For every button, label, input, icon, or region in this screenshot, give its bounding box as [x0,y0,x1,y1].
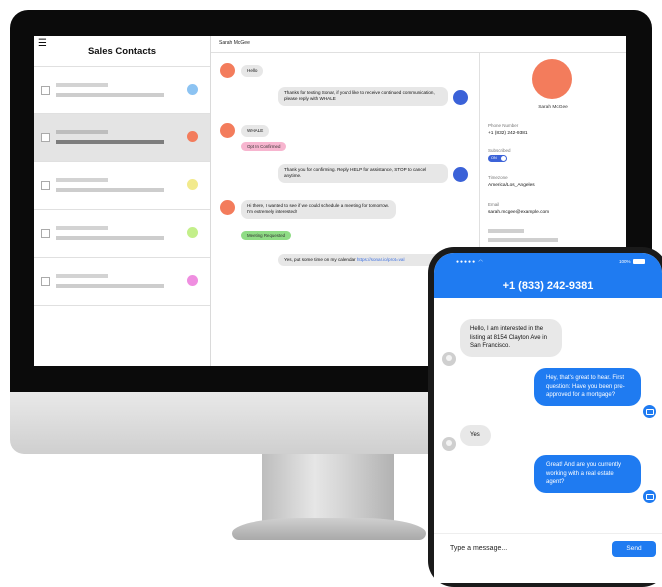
row-placeholder-line [56,274,108,278]
phone-device: ●●●●● ◠ 100% +1 (833) 242-9381 Hello, I … [428,247,662,587]
contact-avatar-large [532,59,572,99]
contact-row[interactable] [34,209,210,257]
row-placeholder-line [56,140,164,144]
monitor-stand [262,454,394,522]
bot-avatar [453,167,468,182]
monitor-stand-base [232,518,426,540]
conversation-contact-name: Sarah McGee [219,40,250,46]
contact-avatar [220,200,235,215]
row-placeholder-line [56,83,108,87]
row-checkbox[interactable] [41,229,50,238]
phone-value: +1 (832) 242-9381 [488,131,528,136]
user-avatar-icon [442,437,456,451]
contact-row-selected[interactable] [34,113,210,161]
status-dot [187,275,198,286]
input-divider [434,533,662,534]
battery-percent: 100% [619,259,631,264]
timezone-label: Timezone [488,175,508,180]
contact-row[interactable] [34,66,210,114]
status-dot [187,131,198,142]
timezone-value: America/Los_Angeles [488,183,535,188]
status-tag-meeting: Meeting Requested [241,231,292,240]
phone-header: ●●●●● ◠ 100% +1 (833) 242-9381 [434,253,662,298]
signal-icon: ●●●●● ◠ [456,259,484,265]
status-dot [187,227,198,238]
message-incoming: Hello [241,65,264,78]
send-button[interactable]: Send [612,541,656,557]
bot-avatar [453,90,468,105]
message-outgoing: Thank you for confirming. Reply HELP for… [278,164,448,183]
subscribed-toggle[interactable]: ON [488,155,507,162]
message-outgoing: Yes, put some time on my calendar https:… [278,254,448,267]
row-checkbox[interactable] [41,133,50,142]
row-checkbox[interactable] [41,181,50,190]
email-label: Email [488,202,500,207]
status-dot [187,84,198,95]
row-checkbox[interactable] [41,277,50,286]
contact-avatar [220,63,235,78]
row-placeholder-line [56,130,108,134]
phone-message-outgoing: Great! And are you currently working wit… [534,455,641,493]
subscribed-label: Subscribed [488,148,511,153]
phone-screen: ●●●●● ◠ 100% +1 (833) 242-9381 Hello, I … [434,253,662,583]
row-placeholder-line [56,188,164,192]
contacts-sidebar: ☰ Sales Contacts [34,36,211,366]
toggle-knob [501,156,506,161]
bot-icon [642,489,657,504]
message-incoming: Hi there, I wanted to see if we could sc… [241,200,396,219]
row-placeholder-line [56,93,164,97]
phone-message-outgoing: Hey, that's great to hear. First questio… [534,368,641,406]
details-contact-name: Sarah McGee [538,105,568,110]
contact-row[interactable] [34,161,210,209]
email-value: sarah.mcgee@example.com [488,210,550,215]
row-placeholder-line [56,284,164,288]
phone-message-incoming: Hello, I am interested in the listing at… [460,319,562,357]
status-tag-optin: Opt In Confirmed [241,142,287,151]
message-text: Yes, put some time on my calendar [284,257,357,262]
message-incoming: WHALE [241,125,270,138]
phone-contact-number: +1 (833) 242-9381 [502,280,594,292]
message-input[interactable]: Type a message... [450,545,507,552]
battery-icon [633,259,645,264]
toggle-label: ON [491,156,497,160]
status-dot [187,179,198,190]
calendar-link[interactable]: https://sonar.io/prot=val [357,257,405,262]
sidebar-title: Sales Contacts [87,46,157,57]
bot-icon [642,404,657,419]
contact-row[interactable] [34,257,210,306]
placeholder-bar [488,229,524,233]
conversation-header: Sarah McGee [211,36,626,53]
phone-label: Phone Number [488,123,519,128]
user-avatar-icon [442,352,456,366]
row-placeholder-line [56,236,164,240]
phone-message-incoming: Yes [460,425,491,446]
row-checkbox[interactable] [41,86,50,95]
placeholder-bar [488,238,558,242]
message-outgoing: Thanks for texting Sonar, if you'd like … [278,87,448,106]
row-placeholder-line [56,226,108,230]
contact-avatar [220,123,235,138]
row-placeholder-line [56,178,108,182]
